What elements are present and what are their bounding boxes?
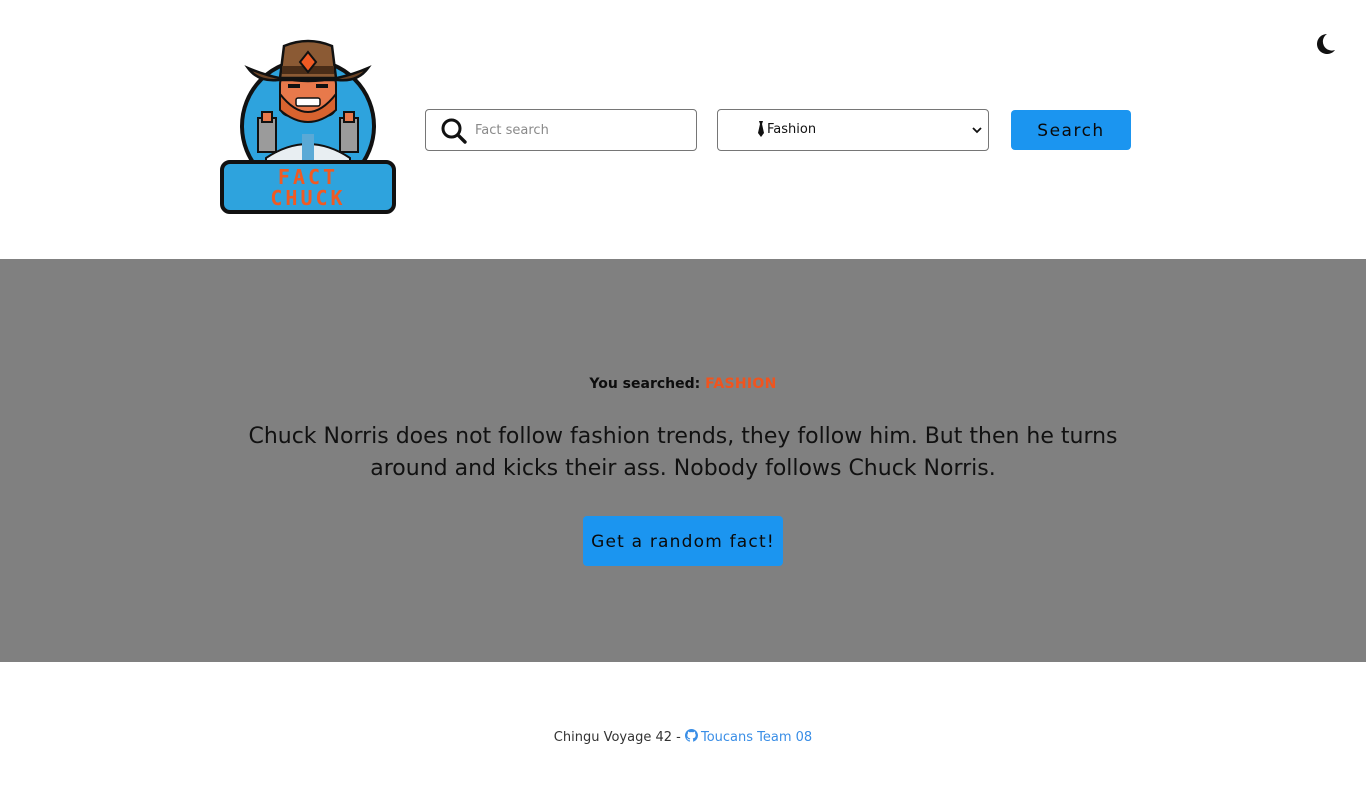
category-selected-label: Fashion <box>767 121 817 137</box>
fact-search-box[interactable] <box>425 109 697 151</box>
searched-term: FASHION <box>705 376 777 392</box>
fact-text: Chuck Norris does not follow fashion tre… <box>248 424 1118 481</box>
theme-toggle-button[interactable] <box>1312 31 1338 57</box>
moon-icon <box>1317 34 1335 54</box>
searched-label: You searched: <box>589 376 701 392</box>
fact-chuck-logo[interactable]: FACT CHUCK <box>218 38 398 216</box>
github-icon <box>684 729 698 742</box>
team-github-link[interactable]: Toucans Team 08 <box>684 729 813 745</box>
random-fact-button[interactable]: Get a random fact! <box>583 516 783 566</box>
chevron-down-icon <box>972 127 982 134</box>
footer-credits: Chingu Voyage 42 - Toucans Team 08 <box>0 729 1366 745</box>
search-button[interactable]: Search <box>1011 110 1131 150</box>
searched-line: You searched: FASHION <box>0 376 1366 392</box>
category-select-value: Fashion <box>756 121 816 137</box>
tie-icon <box>758 121 764 137</box>
category-select[interactable]: Fashion <box>717 109 989 151</box>
fact-panel: You searched: FASHION Chuck Norris does … <box>0 259 1366 662</box>
logo-text-chuck: CHUCK <box>270 186 345 210</box>
search-icon <box>441 118 467 144</box>
team-link-label: Toucans Team 08 <box>700 730 813 745</box>
fact-search-input[interactable] <box>473 118 688 142</box>
site-footer: Chingu Voyage 42 - Toucans Team 08 <box>0 662 1366 811</box>
footer-prefix: Chingu Voyage 42 - <box>553 730 681 745</box>
site-header: FACT CHUCK Fashion Search <box>0 0 1366 259</box>
